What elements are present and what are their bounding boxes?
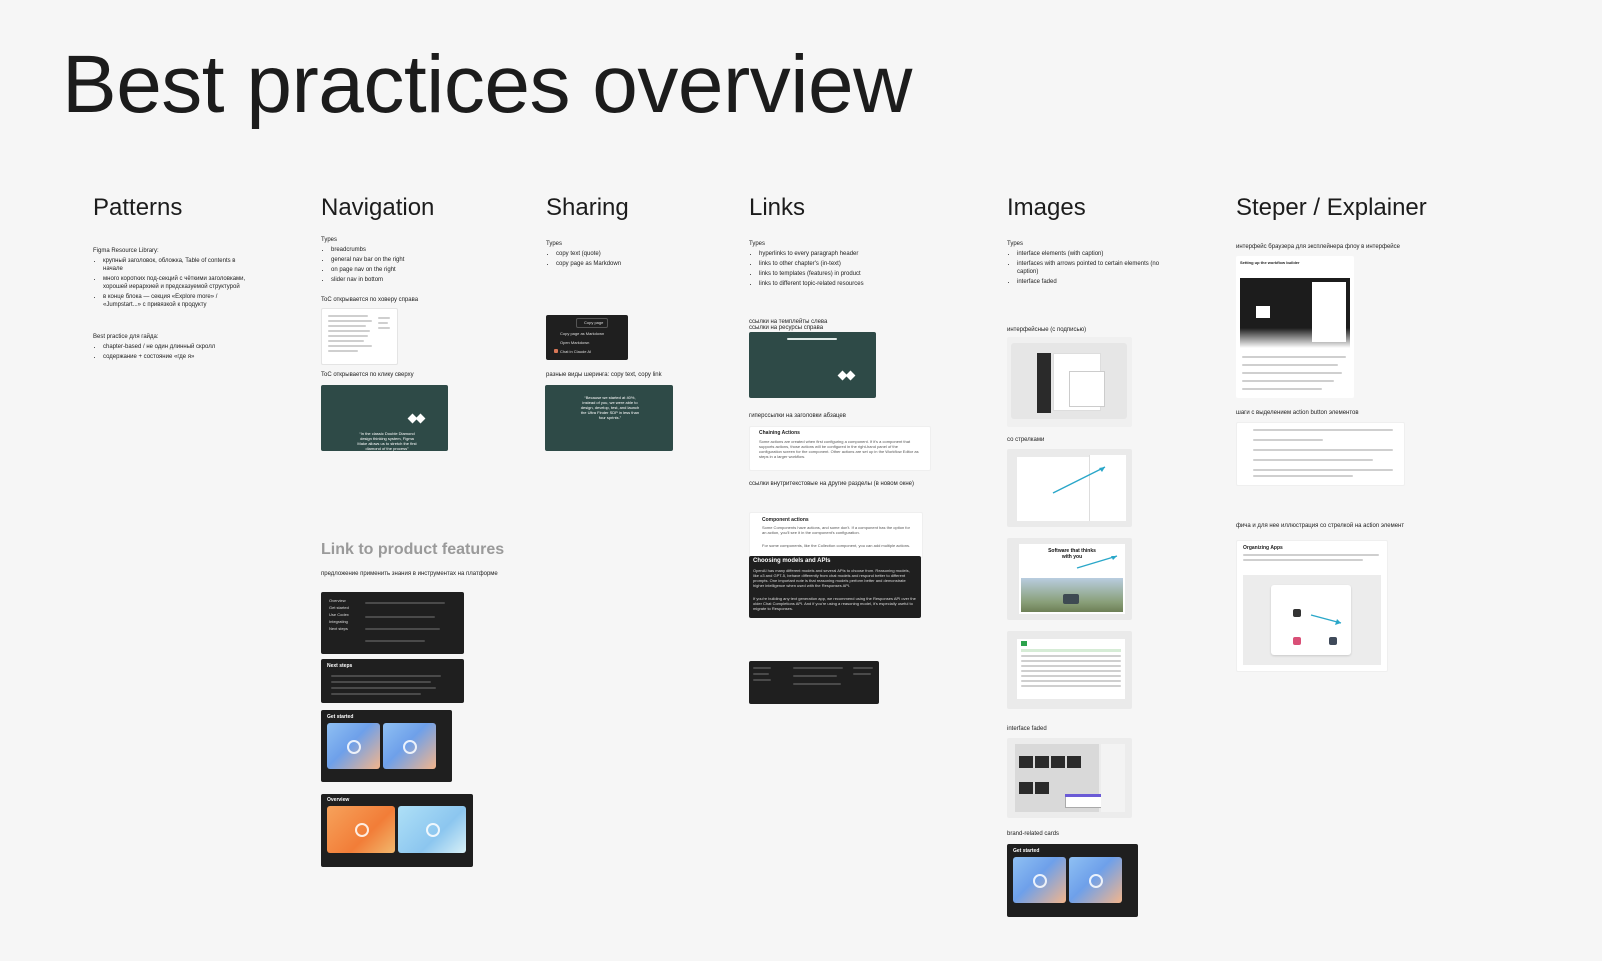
browser-explainer-label: интерфейс браузера для эксплейнера флоу … bbox=[1236, 244, 1400, 250]
chaining-actions-text: Some actions are created when first conf… bbox=[759, 439, 919, 459]
list-item: links to other chapter's (in-text) bbox=[759, 260, 919, 268]
brand-cards-screenshot: Get started bbox=[1007, 844, 1138, 917]
links-types-label: Types bbox=[749, 241, 766, 247]
toc-hover-screenshot bbox=[321, 308, 398, 365]
list-item: breadcrumbs bbox=[331, 246, 481, 254]
choosing-models-text: OpenAI has many different models and sev… bbox=[753, 568, 910, 588]
images-types: Types interface elements (with caption) … bbox=[1007, 240, 1167, 288]
steps-label: шаги с выделением action button элементо… bbox=[1236, 410, 1359, 416]
spreadsheet-screenshot bbox=[1007, 631, 1132, 709]
list-item: copy page as Markdown bbox=[556, 260, 696, 268]
list-item: в конце блока — секция «Explore more» / … bbox=[103, 293, 253, 309]
list-item: on page nav on the right bbox=[331, 266, 481, 274]
next-steps-screenshot: Next steps bbox=[321, 659, 464, 703]
images-types-label: Types bbox=[1007, 241, 1024, 247]
toc-click-label: ToC открывается по клику сверху bbox=[321, 372, 414, 378]
claude-icon bbox=[554, 349, 558, 353]
component-actions-text-2: For some components, like the Collection… bbox=[762, 543, 911, 548]
arrows-interface-screenshot-2: Software that thinks with you bbox=[1007, 538, 1132, 620]
faded-interface-screenshot bbox=[1007, 738, 1132, 818]
get-started-cards-screenshot: Get started bbox=[321, 710, 452, 782]
sharing-types: Types copy text (quote) copy page as Mar… bbox=[546, 240, 696, 270]
captioned-interface-screenshot bbox=[1007, 337, 1132, 427]
navigation-types: Types breadcrumbs general nav bar on the… bbox=[321, 236, 481, 286]
header-links-label: гиперссылки на заголовки абзацев bbox=[749, 413, 846, 419]
patterns-library-notes: Figma Resource Library: крупный заголово… bbox=[93, 247, 253, 311]
product-features-subtitle: предложение применить знания в инструмен… bbox=[321, 571, 498, 577]
product-features-nav-screenshot: Overview Get started Use Codex Integrati… bbox=[321, 592, 464, 654]
links-types: Types hyperlinks to every paragraph head… bbox=[749, 240, 919, 290]
brand-get-started-title: Get started bbox=[1013, 848, 1040, 854]
navigation-teal-quote: “In the classic Double Diamond design th… bbox=[357, 431, 417, 451]
workflow-builder-screenshot: Setting up the workflow builder bbox=[1236, 256, 1354, 398]
internal-links-label: ссылки внутритекстовые на другие разделы… bbox=[749, 481, 914, 487]
overview-title: Overview bbox=[327, 797, 350, 803]
action-steps-screenshot bbox=[1236, 422, 1405, 486]
product-features-heading: Link to product features bbox=[321, 541, 505, 558]
list-item: interface elements (with caption) bbox=[1017, 250, 1167, 258]
sharing-teal-quote: “Because we started at 40%, instead of y… bbox=[580, 395, 640, 420]
brand-cards-label: brand-related cards bbox=[1007, 831, 1060, 837]
list-item: general nav bar on the right bbox=[331, 256, 481, 264]
column-heading-steper: Steper / Explainer bbox=[1236, 194, 1427, 221]
menu-item: Open Markdown bbox=[560, 340, 590, 345]
column-heading-images: Images bbox=[1007, 194, 1086, 221]
chaining-actions-screenshot: Chaining Actions Some actions are create… bbox=[749, 426, 931, 471]
component-actions-text: Some Components have actions, and some d… bbox=[762, 525, 910, 535]
page-title: Best practices overview bbox=[62, 39, 912, 130]
sharing-types-label: Types bbox=[546, 241, 563, 247]
choosing-models-screenshot: Choosing models and APIs OpenAI has many… bbox=[749, 556, 921, 618]
component-actions-screenshot: Component actions Some Components have a… bbox=[749, 512, 923, 558]
patterns-library-title: Figma Resource Library: bbox=[93, 248, 159, 254]
list-item: links to templates (features) in product bbox=[759, 270, 919, 278]
column-heading-links: Links bbox=[749, 194, 806, 221]
arrows-interface-screenshot-1 bbox=[1007, 449, 1132, 527]
docs-page-screenshot bbox=[749, 661, 879, 704]
overview-cards-screenshot: Overview bbox=[321, 794, 473, 867]
list-item: крупный заголовок, обложка, Table of con… bbox=[103, 257, 253, 273]
captioned-images-label: интерфейсные (с подписью) bbox=[1007, 327, 1087, 333]
list-item: chapter-based / не один длинный скролл bbox=[103, 343, 253, 351]
next-steps-title: Next steps bbox=[327, 663, 353, 669]
copy-page-menu-screenshot: Copy page Copy page as Markdown Open Mar… bbox=[546, 315, 628, 360]
list-item: slider nav in bottom bbox=[331, 276, 481, 284]
list-item: содержание + состояние «где я» bbox=[103, 353, 253, 361]
toc-click-screenshot: “In the classic Double Diamond design th… bbox=[321, 385, 448, 451]
workflow-builder-title: Setting up the workflow builder bbox=[1240, 260, 1300, 265]
list-item: много коротких под-секций с чёткими заго… bbox=[103, 275, 253, 291]
patterns-guide-title: Best practice для гайда: bbox=[93, 334, 159, 340]
column-heading-navigation: Navigation bbox=[321, 194, 435, 221]
arrow-icon bbox=[1076, 555, 1118, 569]
choosing-models-text-2: If you're building any text generation a… bbox=[753, 596, 916, 611]
arrow-icon bbox=[1052, 466, 1106, 494]
patterns-guide-notes: Best practice для гайда: chapter-based /… bbox=[93, 333, 253, 363]
arrows-images-label: со стрелками bbox=[1007, 437, 1045, 443]
get-started-title: Get started bbox=[327, 714, 354, 720]
list-item: links to different topic-related resourc… bbox=[759, 280, 919, 288]
sharing-quote-screenshot: “Because we started at 40%, instead of y… bbox=[545, 385, 673, 451]
sharing-variants-label: разные виды шеринга: copy text, copy lin… bbox=[546, 372, 662, 378]
list-item: interfaces with arrows pointed to certai… bbox=[1017, 260, 1167, 276]
organizing-apps-screenshot: Organizing Apps bbox=[1236, 540, 1388, 672]
list-item: copy text (quote) bbox=[556, 250, 696, 258]
sheets-icon bbox=[1021, 641, 1027, 646]
feature-illustration-label: фича и для нее иллюстрация со стрелкой н… bbox=[1236, 523, 1405, 529]
list-item: hyperlinks to every paragraph header bbox=[759, 250, 919, 258]
column-heading-sharing: Sharing bbox=[546, 194, 629, 221]
component-actions-title: Component actions bbox=[762, 517, 809, 523]
resources-right-label: ссылки на ресурсы справа bbox=[749, 325, 824, 331]
navigation-types-label: Types bbox=[321, 237, 338, 243]
faded-images-label: interface faded bbox=[1007, 726, 1047, 732]
column-heading-patterns: Patterns bbox=[93, 194, 183, 221]
menu-item: Chat in Claude AI bbox=[560, 349, 592, 354]
chaining-actions-title: Chaining Actions bbox=[759, 430, 800, 436]
list-item: interface faded bbox=[1017, 278, 1167, 286]
links-templates-screenshot bbox=[749, 332, 876, 398]
menu-item: Copy page as Markdown bbox=[560, 331, 605, 336]
choosing-models-title: Choosing models and APIs bbox=[753, 558, 831, 564]
arrow-icon bbox=[1310, 614, 1342, 625]
toc-hover-label: ToC открывается по ховеру справа bbox=[321, 297, 419, 303]
copy-page-button-label: Copy page bbox=[584, 320, 604, 325]
